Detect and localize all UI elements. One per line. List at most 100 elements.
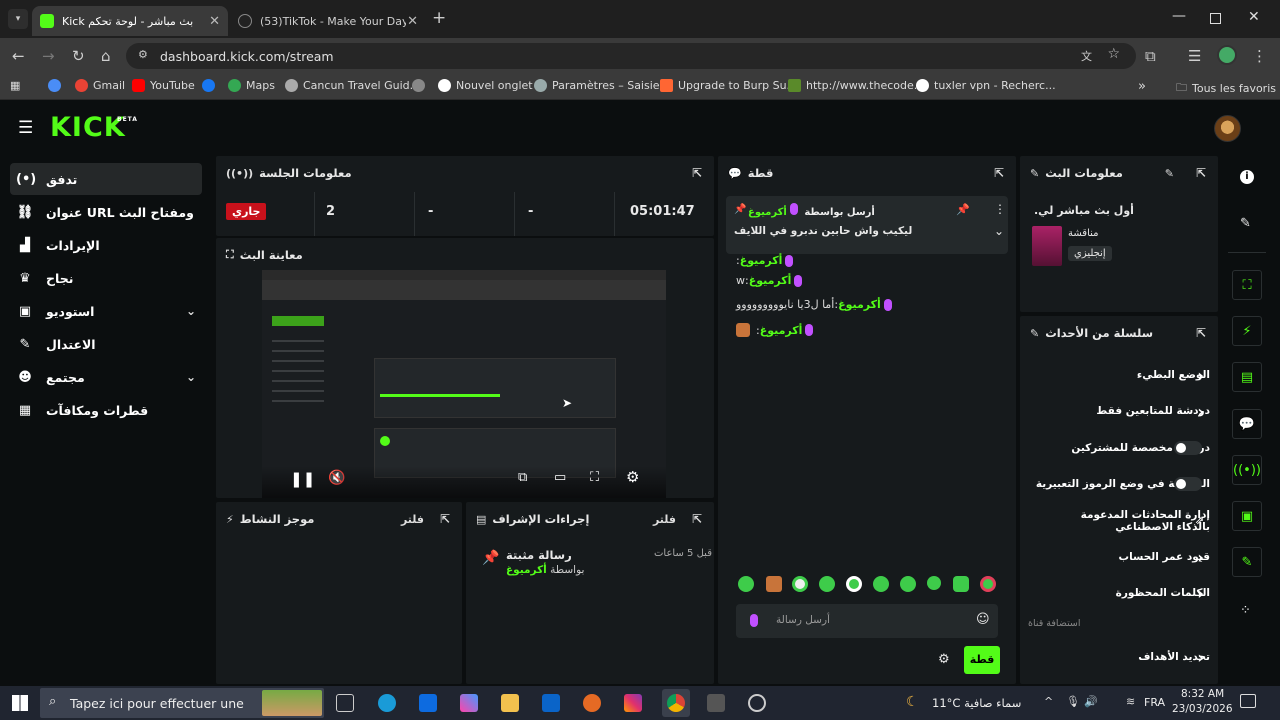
- emote-icon[interactable]: [927, 576, 941, 590]
- bookmark-star-icon[interactable]: ☆: [1107, 46, 1120, 62]
- clock-time[interactable]: 8:32 AM: [1181, 688, 1224, 700]
- filter-button[interactable]: فلتر: [653, 513, 676, 526]
- info-icon[interactable]: i: [1240, 170, 1254, 184]
- more-widgets-icon[interactable]: ⁘: [1240, 603, 1251, 618]
- task-view-icon[interactable]: [336, 694, 354, 712]
- bookmark-parametres[interactable]: Paramètres – Saisie...: [534, 79, 670, 92]
- chat-settings-icon[interactable]: ⚙: [938, 652, 950, 667]
- goals-row[interactable]: تحديد الأهداف ›: [1028, 642, 1210, 672]
- popout-icon[interactable]: ⇱: [440, 512, 450, 526]
- bookmark-globe[interactable]: [412, 79, 430, 92]
- forward-icon[interactable]: →: [42, 47, 55, 65]
- fullscreen-icon[interactable]: ⛶: [590, 470, 599, 485]
- bookmark-youtube[interactable]: YouTube: [132, 79, 195, 92]
- mod-actions-widget-icon[interactable]: ▤: [1232, 362, 1262, 392]
- filter-button[interactable]: فلتر: [401, 513, 424, 526]
- pip-icon[interactable]: ⧉: [518, 470, 527, 485]
- volume-icon[interactable]: 🔊: [1084, 695, 1098, 708]
- close-window-icon[interactable]: ✕: [1248, 9, 1260, 25]
- subscribers-only-toggle[interactable]: [1174, 441, 1202, 455]
- app-icon-2[interactable]: [707, 694, 725, 712]
- sidebar-item-revenue[interactable]: ▟ الإيرادات: [10, 229, 202, 261]
- clock-date[interactable]: 23/03/2026: [1172, 703, 1233, 715]
- store-icon[interactable]: [419, 694, 437, 712]
- mute-icon[interactable]: 🔇: [328, 470, 345, 486]
- app-icon-3[interactable]: [748, 694, 766, 712]
- weather-text[interactable]: 11°C سماء صافية: [932, 696, 1021, 710]
- minimize-icon[interactable]: —: [1172, 8, 1186, 24]
- profile-avatar[interactable]: [1217, 45, 1237, 65]
- sidebar-item-achievements[interactable]: ♛ نجاح: [10, 262, 202, 294]
- all-favorites-folder[interactable]: 🗀 Tous les favoris: [1176, 79, 1276, 98]
- bookmark-thecode[interactable]: http://www.thecode...: [788, 79, 924, 92]
- bookmark-unknown[interactable]: [48, 79, 66, 92]
- emote-icon[interactable]: [980, 576, 996, 592]
- bookmark-cancun[interactable]: Cancun Travel Guid...: [285, 79, 420, 92]
- tray-chevron-icon[interactable]: ^: [1044, 695, 1053, 708]
- preview-widget-icon[interactable]: ⛶: [1232, 270, 1262, 300]
- settings-gear-icon[interactable]: ⚙: [626, 468, 639, 486]
- mail-icon[interactable]: [542, 694, 560, 712]
- popout-icon[interactable]: ⇱: [692, 512, 702, 526]
- apps-grid-icon[interactable]: ▦: [10, 79, 20, 92]
- popout-icon[interactable]: ⇱: [1196, 326, 1206, 340]
- home-icon[interactable]: ⌂: [101, 47, 111, 65]
- edge-icon[interactable]: [378, 694, 396, 712]
- sidebar-item-studio[interactable]: ▣ استوديو ⌄: [10, 295, 202, 327]
- kick-logo[interactable]: KICK BETA: [50, 112, 137, 143]
- sidebar-item-community[interactable]: ☻ مجتمع ⌄: [10, 361, 202, 393]
- bookmark-maps[interactable]: Maps: [228, 79, 275, 92]
- emote-icon[interactable]: [792, 576, 808, 592]
- bookmark-tuxler[interactable]: tuxler vpn - Recherc...: [916, 79, 1056, 92]
- emote-icon[interactable]: [766, 576, 782, 592]
- app-icon[interactable]: [583, 694, 601, 712]
- chat-widget-icon[interactable]: 💬: [1232, 409, 1262, 439]
- popout-icon[interactable]: ⇱: [1196, 166, 1206, 180]
- unpin-icon[interactable]: 📌: [956, 203, 970, 216]
- copilot-icon[interactable]: [460, 694, 478, 712]
- emote-only-toggle[interactable]: [1174, 477, 1202, 491]
- windows-start-icon[interactable]: [12, 695, 28, 711]
- ai-moderation-row[interactable]: إدارة المحادثات المدعومة بالذكاء الاصطنا…: [1028, 504, 1210, 538]
- popout-icon[interactable]: ⇱: [994, 166, 1004, 180]
- session-widget-icon[interactable]: ((•)): [1232, 455, 1262, 485]
- send-chat-button[interactable]: قطة: [964, 646, 1000, 674]
- followers-only-row[interactable]: دردشة للمتابعين فقط ›: [1028, 396, 1210, 426]
- sidebar-item-stream[interactable]: (•) تدفق: [10, 163, 202, 195]
- extensions-icon[interactable]: ⧉: [1145, 47, 1156, 65]
- edit-pencil-icon[interactable]: ✎: [1240, 216, 1251, 231]
- slow-mode-row[interactable]: الوضع البطيء ›: [1028, 360, 1210, 390]
- stream-preview-video[interactable]: ➤ ❚❚ 🔇 ⧉ ▭ ⛶ ⚙: [262, 270, 666, 498]
- bookmark-burp[interactable]: Upgrade to Burp Su...: [660, 79, 797, 92]
- site-info-icon[interactable]: ⚙: [138, 48, 148, 61]
- tools-widget-icon[interactable]: ✎: [1232, 547, 1262, 577]
- pause-icon[interactable]: ❚❚: [290, 470, 315, 488]
- sidebar-item-moderation[interactable]: ✎ الاعتدال: [10, 328, 202, 360]
- new-tab-button[interactable]: +: [432, 8, 446, 28]
- address-bar[interactable]: ⚙ dashboard.kick.com/stream 文 ☆: [126, 43, 1136, 69]
- file-explorer-icon[interactable]: [501, 694, 519, 712]
- theater-icon[interactable]: ▭: [554, 470, 566, 485]
- account-age-row[interactable]: قيود عمر الحساب ›: [1028, 542, 1210, 572]
- chrome-icon[interactable]: [667, 694, 685, 712]
- taskbar-search[interactable]: ⌕ Tapez ici pour effectuer une: [40, 688, 324, 718]
- banned-words-row[interactable]: الكلمات المحظورة ›: [1028, 578, 1210, 608]
- emote-icon[interactable]: [953, 576, 969, 592]
- emote-icon[interactable]: [873, 576, 889, 592]
- instagram-icon[interactable]: [624, 694, 642, 712]
- user-avatar[interactable]: [1214, 115, 1241, 142]
- tab-kick-dashboard[interactable]: بث مباشر - لوحة تحكم Kick ✕: [32, 6, 228, 36]
- menu-kebab-icon[interactable]: ⋮: [1252, 47, 1267, 65]
- subscribers-only-row[interactable]: دردشة مخصصة للمشتركين: [1028, 433, 1210, 463]
- reading-list-icon[interactable]: ☰: [1188, 47, 1201, 65]
- reload-icon[interactable]: ↻: [72, 47, 85, 65]
- translate-icon[interactable]: 文: [1081, 48, 1092, 64]
- stream-widget-icon[interactable]: ▣: [1232, 501, 1262, 531]
- bookmark-nouvel-onglet[interactable]: Nouvel onglet: [438, 79, 533, 92]
- emote-only-row[interactable]: الدردشة في وضع الرموز التعبيرية: [1028, 469, 1210, 499]
- kebab-menu-icon[interactable]: ⋮: [994, 202, 1006, 216]
- sidebar-item-drops-rewards[interactable]: ▦ قطرات ومكافآت: [10, 394, 202, 426]
- input-language[interactable]: FRA: [1144, 696, 1165, 709]
- popout-icon[interactable]: ⇱: [692, 166, 702, 180]
- emote-icon[interactable]: [900, 576, 916, 592]
